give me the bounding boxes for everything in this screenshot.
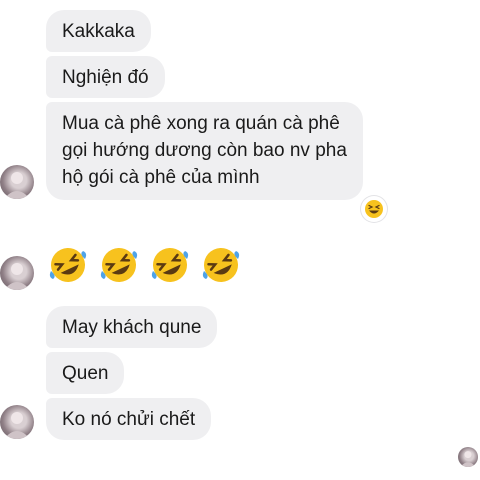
message-bubble[interactable]: Kakkaka [46,10,151,52]
message-bubble[interactable]: Nghiện đó [46,56,165,98]
message-line: gọi hướng dương còn bao nv pha [62,140,347,161]
grinning-squinting-face-icon [365,200,383,218]
rolling-on-floor-laughing-icon [49,248,87,282]
message-bubble[interactable]: May khách qune [46,306,218,348]
read-receipt-avatar [458,447,478,467]
message-bubble[interactable]: Ko nó chửi chết [46,398,212,440]
sender-avatar[interactable] [0,405,34,439]
message-line: Mua cà phê xong ra quán cà phê [62,113,340,134]
message-reaction[interactable] [361,196,387,222]
rolling-on-floor-laughing-icon [202,248,240,282]
message-bubble[interactable]: Mua cà phê xong ra quán cà phê gọi hướng… [46,102,363,200]
message-line: hộ gói cà phê của mình [62,167,260,188]
rolling-on-floor-laughing-icon [100,248,138,282]
rolling-on-floor-laughing-icon [151,248,189,282]
sender-avatar[interactable] [0,165,34,199]
message-bubble[interactable]: Quen [46,352,125,394]
sender-avatar[interactable] [0,256,34,290]
emoji-message[interactable] [48,245,248,287]
